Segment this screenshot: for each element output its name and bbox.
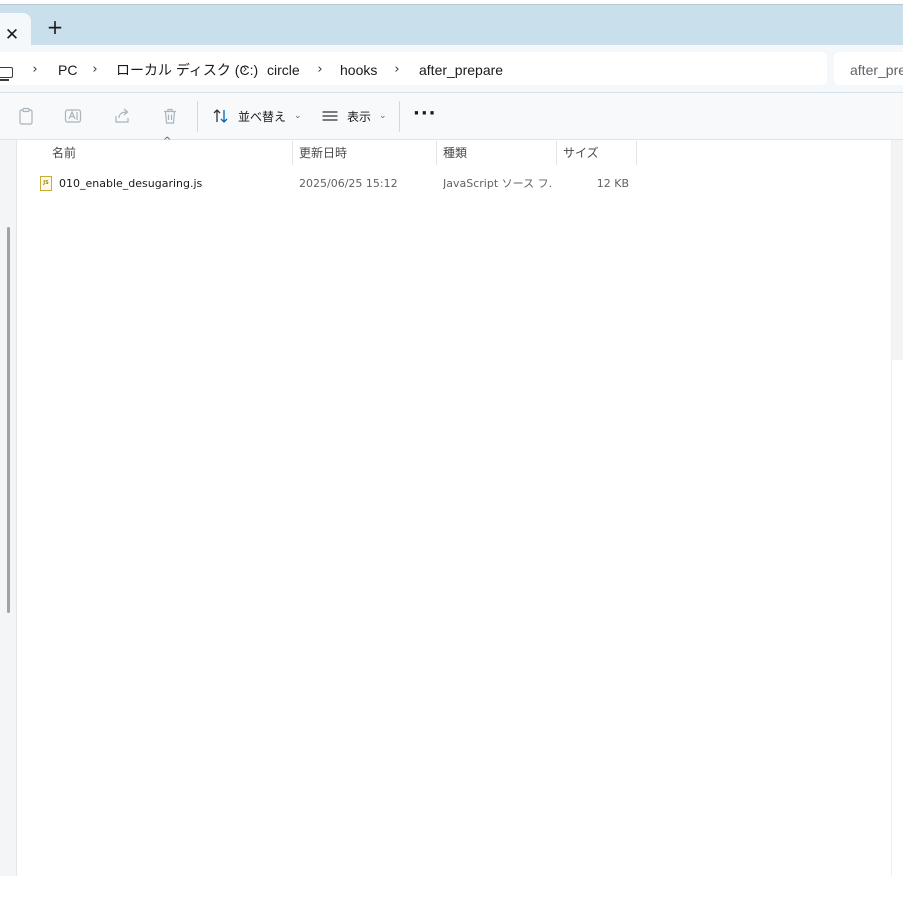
column-divider[interactable] xyxy=(436,141,437,165)
chevron-right-icon[interactable]: › xyxy=(240,61,250,79)
column-header-size[interactable]: サイズ xyxy=(563,145,599,165)
chevron-down-icon: ⌄ xyxy=(294,111,302,121)
rename-icon[interactable] xyxy=(64,107,82,125)
breadcrumb-item-local-disk[interactable]: ローカル ディスク (C:) xyxy=(116,61,258,79)
more-options-icon[interactable]: ··· xyxy=(413,105,436,127)
right-pane-edge xyxy=(891,140,903,876)
sort-button[interactable]: 並べ替え ⌄ xyxy=(212,105,302,127)
breadcrumb-item-pc[interactable]: PC xyxy=(58,61,77,79)
column-divider[interactable] xyxy=(292,141,293,165)
paste-icon[interactable] xyxy=(17,107,35,125)
table-row[interactable]: JS 010_enable_desugaring.js 2025/06/25 1… xyxy=(30,172,640,196)
sort-ascending-icon: ^ xyxy=(163,136,172,147)
file-list-area xyxy=(18,140,891,876)
breadcrumb-item-hooks[interactable]: hooks xyxy=(340,61,377,79)
column-header-name[interactable]: 名前 xyxy=(52,145,76,165)
command-bar: 並べ替え ⌄ 表示 ⌄ ··· xyxy=(0,93,903,140)
file-type: JavaScript ソース フ... xyxy=(443,177,553,190)
view-button[interactable]: 表示 ⌄ xyxy=(321,105,387,127)
chevron-right-icon[interactable]: › xyxy=(90,61,100,79)
sort-button-label: 並べ替え xyxy=(238,109,287,124)
search-input-text: after_pre xyxy=(850,62,903,78)
file-date: 2025/06/25 15:12 xyxy=(299,177,398,190)
pc-icon[interactable] xyxy=(0,67,13,81)
chevron-right-icon[interactable]: › xyxy=(392,61,402,79)
chevron-down-icon: ⌄ xyxy=(379,111,387,121)
file-name[interactable]: 010_enable_desugaring.js xyxy=(59,176,289,192)
close-tab-icon[interactable]: ✕ xyxy=(0,23,24,47)
column-divider[interactable] xyxy=(636,141,637,165)
tab-strip: ✕ + xyxy=(0,5,903,50)
status-area xyxy=(0,876,903,900)
toolbar-divider xyxy=(197,101,198,132)
view-icon xyxy=(322,111,338,121)
column-header-date[interactable]: 更新日時 xyxy=(299,145,347,165)
javascript-file-icon: JS xyxy=(40,176,52,191)
search-input[interactable]: after_pre xyxy=(834,52,903,85)
file-size: 12 KB xyxy=(596,177,629,190)
delete-icon[interactable] xyxy=(161,107,179,125)
chevron-right-icon[interactable]: › xyxy=(30,61,40,79)
column-divider[interactable] xyxy=(556,141,557,165)
new-tab-icon[interactable]: + xyxy=(43,15,67,39)
share-icon[interactable] xyxy=(113,107,131,125)
right-pane-shade xyxy=(892,140,903,360)
breadcrumb-item-circle[interactable]: circle xyxy=(267,61,300,79)
sort-icon xyxy=(213,109,228,123)
chevron-right-icon[interactable]: › xyxy=(315,61,325,79)
toolbar-divider xyxy=(399,101,400,132)
view-button-label: 表示 xyxy=(347,109,372,124)
navigation-pane-scrollbar[interactable] xyxy=(7,227,10,613)
column-header-type[interactable]: 種類 xyxy=(443,145,467,165)
address-bar: › PC › ローカル ディスク (C:) › circle › hooks ›… xyxy=(0,45,903,93)
breadcrumb[interactable]: › PC › ローカル ディスク (C:) › circle › hooks ›… xyxy=(0,52,827,85)
breadcrumb-item-after-prepare[interactable]: after_prepare xyxy=(419,61,503,79)
